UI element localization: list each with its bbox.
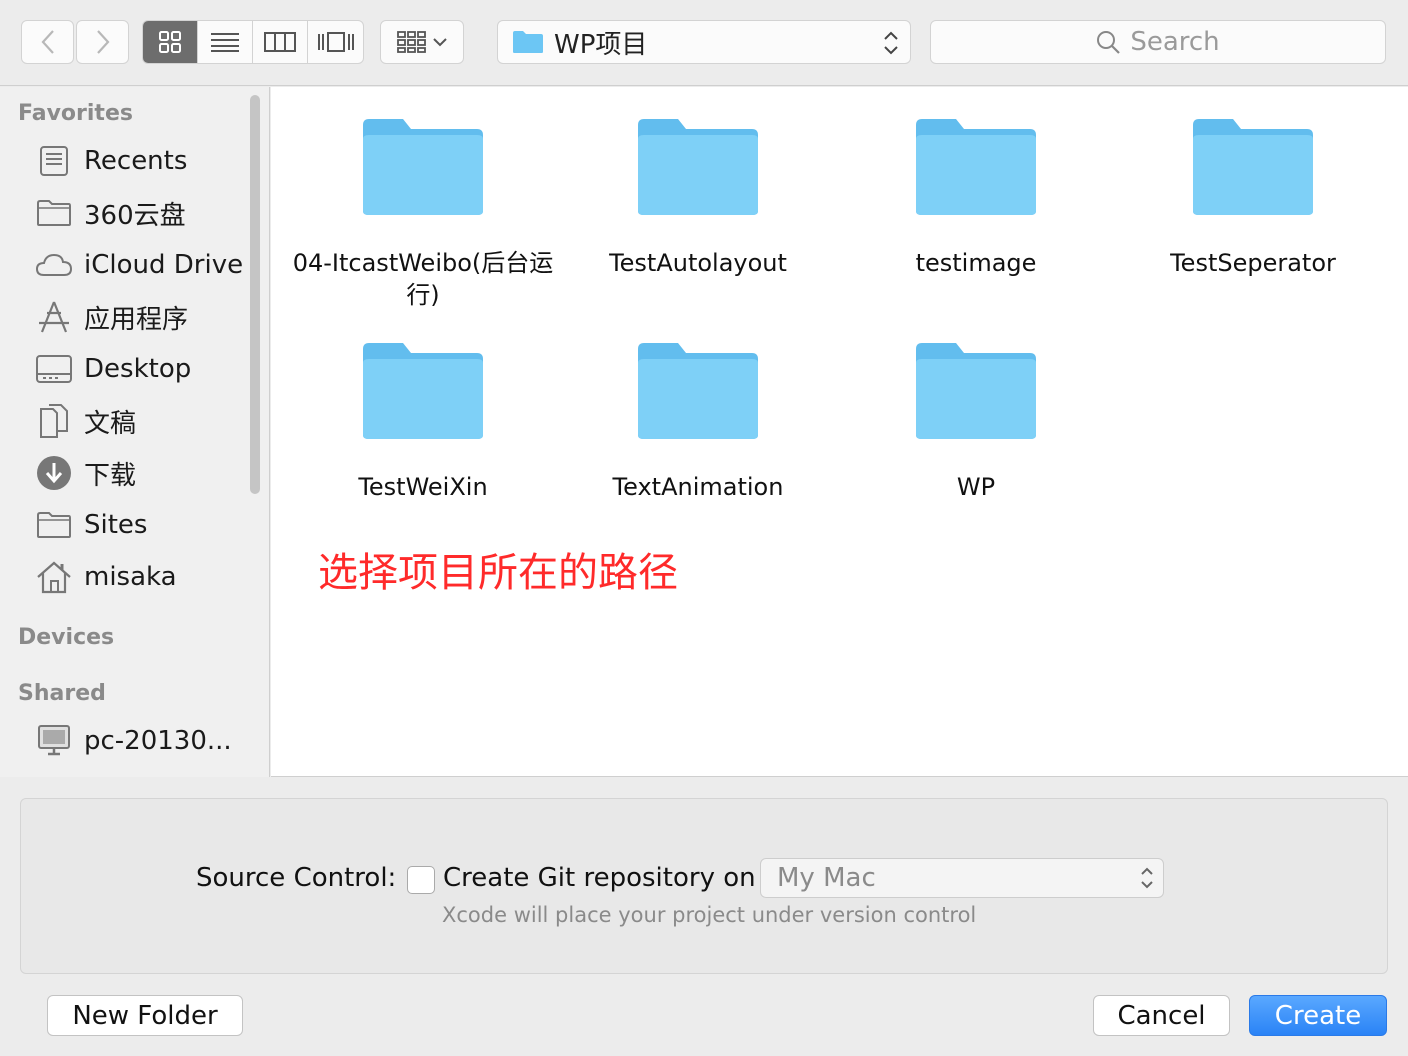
sidebar-item-label: 应用程序 [84, 304, 189, 335]
view-mode-selector [142, 20, 364, 64]
sidebar-item-label: 360云盘 [84, 200, 186, 231]
folder-icon [916, 119, 1036, 215]
sidebar-item-label: misaka [84, 562, 177, 592]
file-browser: 04-ItcastWeibo(后台运行) TestAutolayout test… [271, 87, 1408, 777]
list-view-button[interactable] [198, 21, 253, 63]
folder-item[interactable]: TestAutolayout [560, 117, 836, 279]
folder-item[interactable]: WP [838, 341, 1114, 503]
folder-name: TextAnimation [612, 473, 784, 501]
folder-icon [513, 31, 543, 53]
folder-item[interactable]: TestSeperator [1115, 117, 1391, 279]
toolbar: WP项目 Search [0, 0, 1408, 86]
folder-icon [363, 343, 483, 439]
shared-header: Shared [18, 681, 106, 706]
repository-location-value: My Mac [777, 863, 876, 893]
sidebar-item-label: Desktop [84, 354, 192, 384]
sidebar-item-recents[interactable]: Recents [34, 141, 187, 181]
search-icon [1097, 31, 1121, 54]
chevron-down-icon [433, 38, 447, 47]
up-down-chevron-icon [884, 31, 898, 55]
documents-icon [34, 401, 74, 441]
folder-icon [34, 193, 74, 233]
search-placeholder: Search [1130, 27, 1220, 57]
folder-item[interactable]: testimage [838, 117, 1114, 279]
sidebar-item-applications[interactable]: 应用程序 [34, 297, 188, 337]
source-control-panel: Source Control: Create Git repository on… [20, 798, 1388, 974]
sidebar-item-label: pc-20130... [84, 726, 232, 756]
icon-view-button[interactable] [143, 21, 198, 63]
repository-location-select[interactable]: My Mac [760, 858, 1164, 898]
annotation-text: 选择项目所在的路径 [318, 550, 678, 596]
path-label: WP项目 [554, 29, 648, 60]
folder-name: WP [956, 473, 996, 501]
downloads-icon [34, 453, 74, 493]
search-input[interactable]: Search [930, 20, 1386, 64]
chevron-right-icon [96, 30, 109, 54]
columns-icon [264, 32, 296, 52]
cover-flow-view-button[interactable] [308, 21, 363, 63]
folder-item[interactable]: TestWeiXin [285, 341, 561, 503]
path-popup[interactable]: WP项目 [497, 20, 911, 64]
sidebar-item-label: 下载 [84, 460, 137, 491]
forward-button[interactable] [76, 20, 129, 64]
devices-header: Devices [18, 625, 115, 650]
cover-flow-icon [317, 32, 354, 52]
sidebar-scrollbar[interactable] [247, 92, 263, 497]
arrange-button[interactable] [380, 20, 464, 64]
sidebar-item-documents[interactable]: 文稿 [34, 401, 136, 441]
home-icon [34, 557, 74, 597]
new-folder-button[interactable]: New Folder [47, 995, 243, 1036]
sidebar-item-desktop[interactable]: Desktop [34, 349, 191, 389]
navigation-buttons [21, 20, 129, 64]
sidebar-item-label: Sites [84, 510, 148, 540]
folder-name: testimage [915, 249, 1037, 277]
folder-item[interactable]: 04-ItcastWeibo(后台运行) [285, 117, 561, 311]
cancel-button[interactable]: Cancel [1093, 995, 1230, 1036]
folder-item[interactable]: TextAnimation [560, 341, 836, 503]
git-repository-checkbox[interactable] [407, 866, 435, 894]
arrange-grid-icon [397, 31, 426, 53]
sidebar-item-label: Recents [84, 146, 188, 176]
sidebar-item-label: 文稿 [84, 408, 137, 439]
folder-name: TestWeiXin [358, 473, 488, 501]
source-control-label: Source Control: [196, 863, 397, 893]
recents-icon [34, 141, 74, 181]
folder-name: TestSeperator [1170, 249, 1336, 277]
folder-icon [638, 119, 758, 215]
sidebar-item-label: iCloud Drive [84, 250, 244, 280]
sidebar-item-downloads[interactable]: 下载 [34, 453, 136, 493]
folder-name: 04-ItcastWeibo(后台运行) [292, 249, 554, 309]
folder-icon [34, 505, 74, 545]
folder-icon [638, 343, 758, 439]
chevron-left-icon [41, 30, 54, 54]
sidebar-item-home[interactable]: misaka [34, 557, 177, 597]
git-repository-label[interactable]: Create Git repository on [443, 863, 756, 893]
sidebar-item-360[interactable]: 360云盘 [34, 193, 186, 233]
create-button[interactable]: Create [1249, 995, 1387, 1036]
desktop-icon [34, 349, 74, 389]
version-control-hint: Xcode will place your project under vers… [442, 903, 977, 927]
folder-name: TestAutolayout [609, 249, 787, 277]
column-view-button[interactable] [253, 21, 308, 63]
grid-icon [159, 31, 181, 53]
sidebar-item-icloud-drive[interactable]: iCloud Drive [34, 245, 243, 285]
back-button[interactable] [21, 20, 74, 64]
list-icon [211, 33, 239, 52]
cloud-icon [34, 245, 74, 285]
sidebar-item-sites[interactable]: Sites [34, 505, 147, 545]
applications-icon [34, 297, 74, 337]
folder-icon [916, 343, 1036, 439]
favorites-header: Favorites [18, 101, 133, 126]
up-down-chevron-icon [1141, 867, 1153, 889]
sidebar: Favorites Recents 360云盘 iCloud Drive 应用程… [0, 87, 270, 777]
sidebar-item-shared-pc[interactable]: pc-20130... [34, 721, 232, 761]
folder-icon [1193, 119, 1313, 215]
computer-icon [34, 721, 74, 761]
folder-icon [363, 119, 483, 215]
